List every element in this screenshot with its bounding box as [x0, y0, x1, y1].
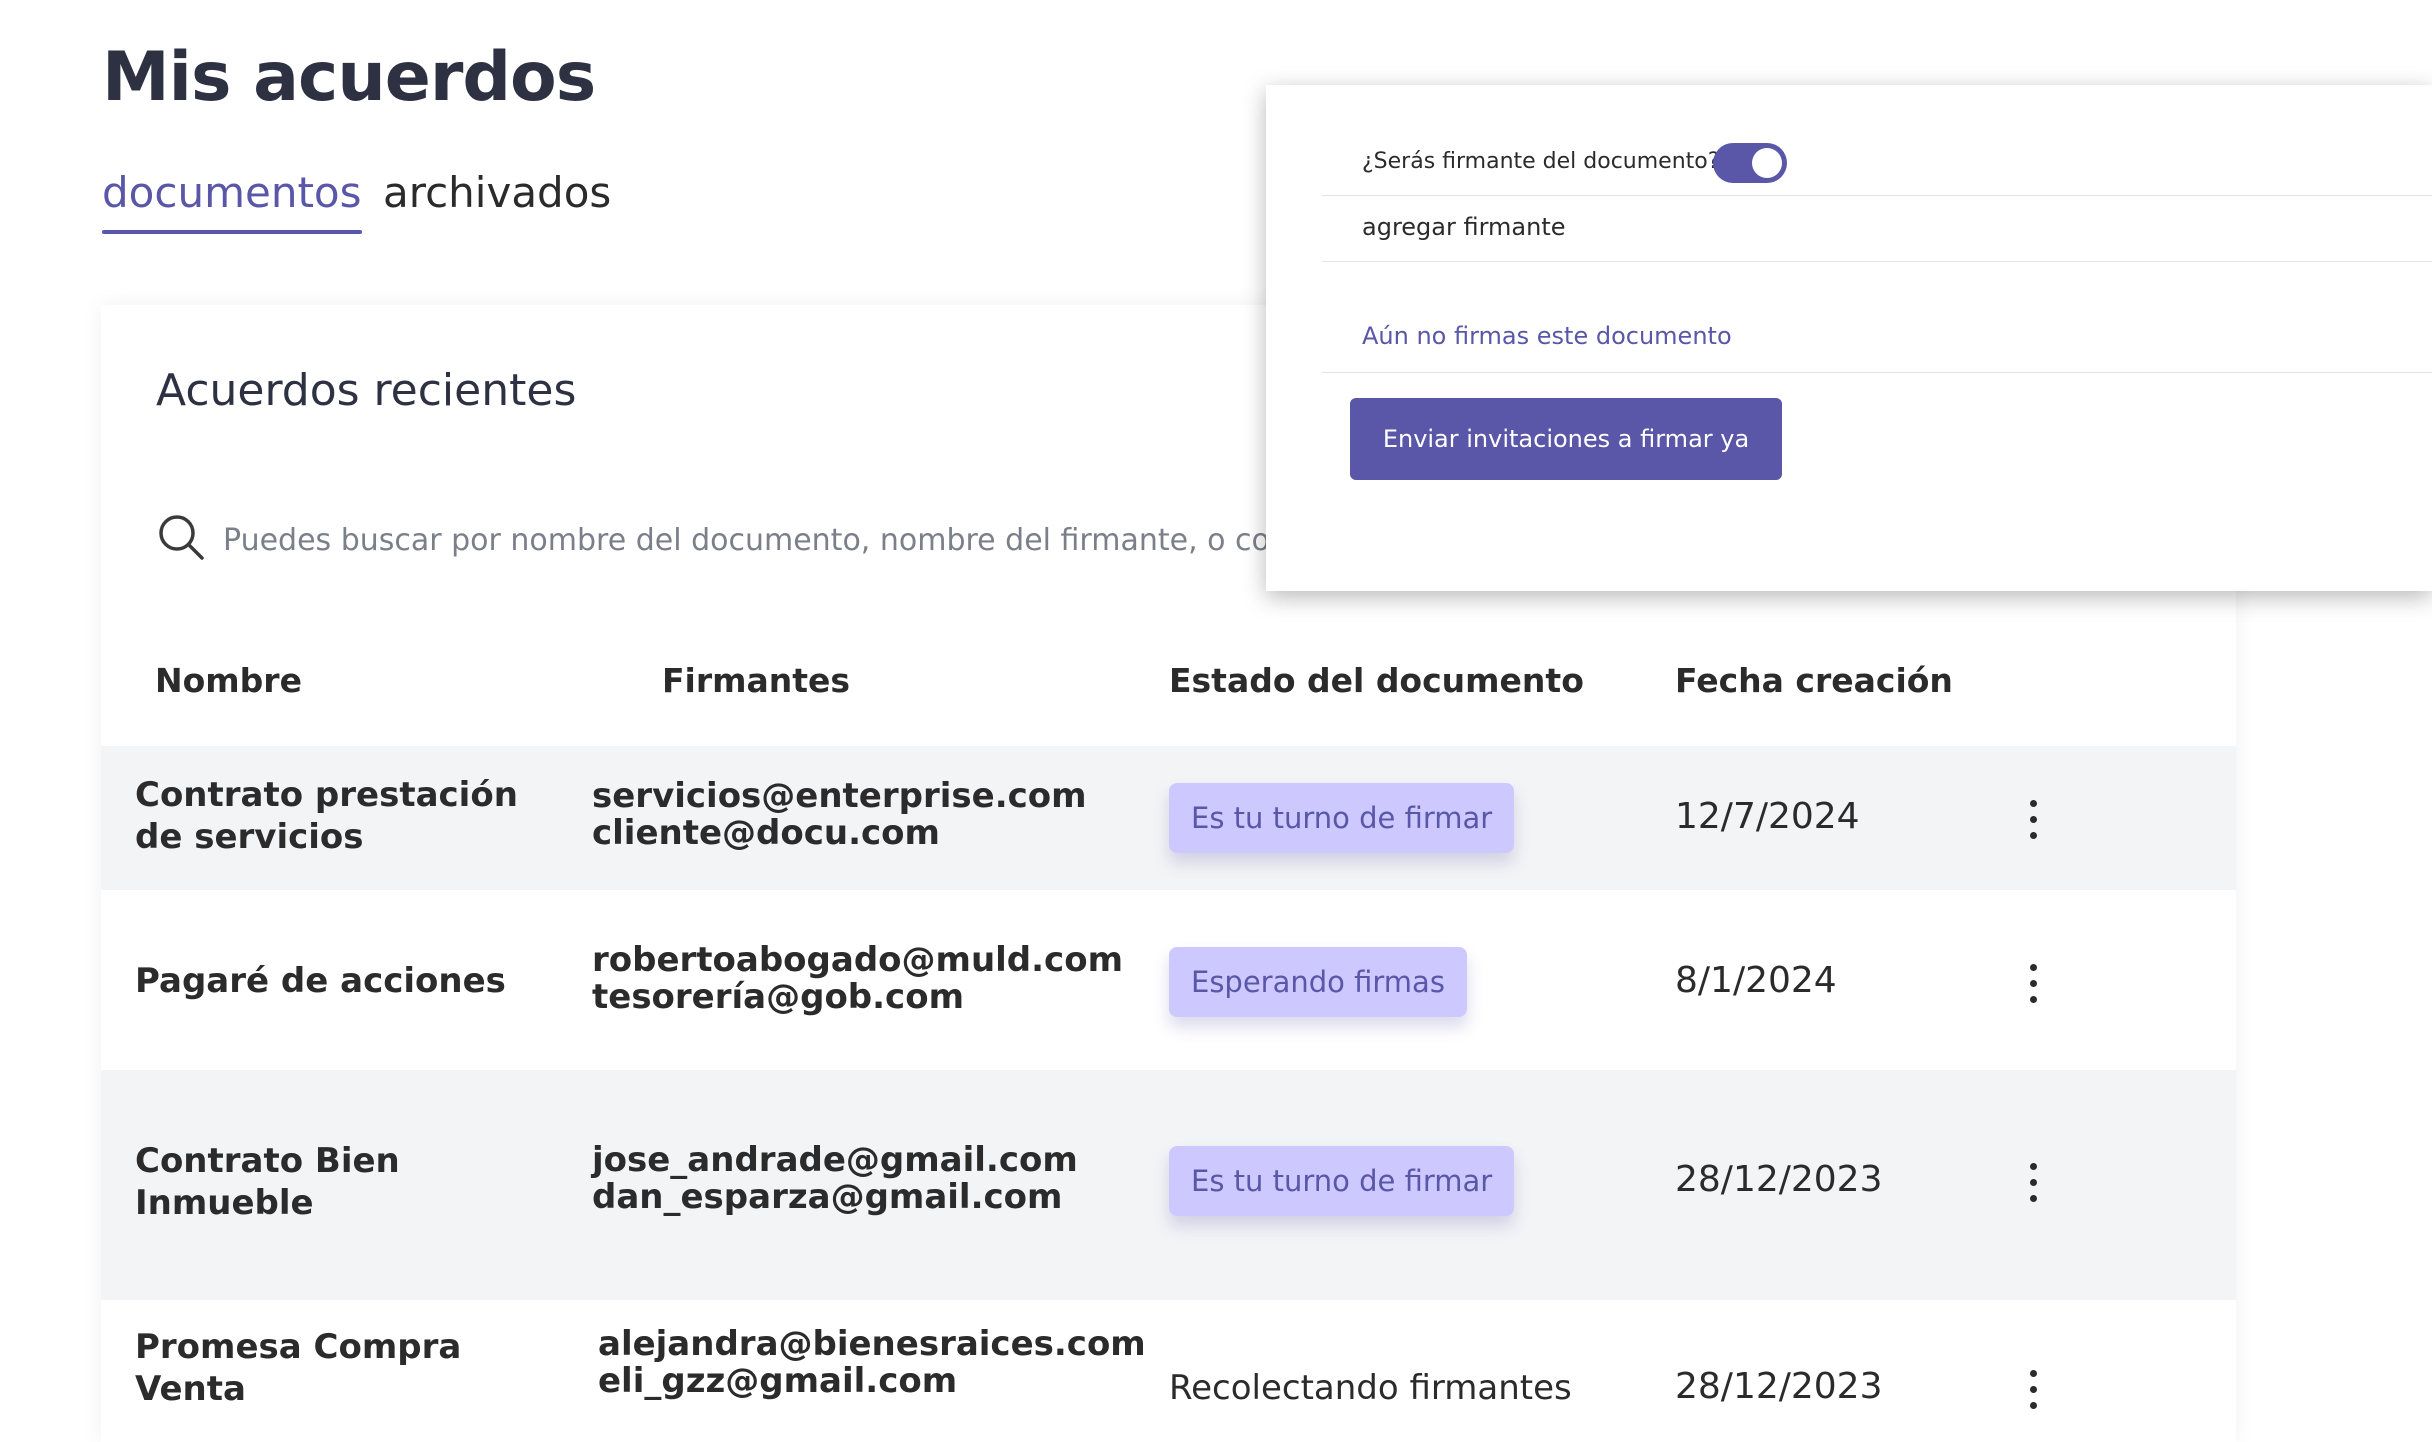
- created-date: 12/7/2024: [1675, 796, 1860, 837]
- add-signer-link[interactable]: agregar firmante: [1362, 213, 1566, 241]
- column-header-nombre[interactable]: Nombre: [155, 661, 302, 700]
- card-title: Acuerdos recientes: [156, 365, 577, 416]
- send-invitations-button[interactable]: Enviar invitaciones a firmar ya: [1350, 398, 1782, 480]
- document-name: Pagaré de acciones: [135, 961, 506, 1001]
- more-vertical-icon[interactable]: [2018, 1161, 2048, 1205]
- document-name: Contrato Bien Inmueble: [135, 1141, 400, 1223]
- page-title: Mis acuerdos: [102, 38, 596, 117]
- tab-archivados[interactable]: archivados: [383, 168, 611, 217]
- signers-list: jose_andrade@gmail.com dan_esparza@gmail…: [592, 1140, 1078, 1217]
- document-name: Contrato prestación de servicios: [135, 775, 518, 857]
- status-badge: Esperando firmas: [1169, 947, 1467, 1017]
- more-vertical-icon[interactable]: [2018, 1368, 2048, 1412]
- divider: [1322, 372, 2432, 373]
- not-signed-status: Aún no firmas este documento: [1362, 322, 1732, 350]
- more-vertical-icon[interactable]: [2018, 962, 2048, 1006]
- column-header-estado[interactable]: Estado del documento: [1169, 661, 1584, 700]
- more-vertical-icon[interactable]: [2018, 798, 2048, 842]
- table-row[interactable]: Pagaré de acciones robertoabogado@muld.c…: [101, 890, 2236, 1070]
- table-row[interactable]: Promesa Compra Venta alejandra@bienesrai…: [101, 1300, 2236, 1442]
- divider: [1322, 261, 2432, 262]
- signer-toggle[interactable]: [1713, 143, 1787, 183]
- status-badge: Es tu turno de firmar: [1169, 783, 1515, 853]
- signers-list: robertoabogado@muld.com tesorería@gob.co…: [592, 940, 1124, 1017]
- status-text: Recolectando firmantes: [1169, 1368, 1572, 1408]
- created-date: 28/12/2023: [1675, 1159, 1883, 1200]
- signers-list: alejandra@bienesraices.com eli_gzz@gmail…: [598, 1324, 1146, 1401]
- tab-documentos[interactable]: documentos: [102, 168, 362, 234]
- divider: [1322, 195, 2432, 196]
- table-row[interactable]: Contrato Bien Inmueble jose_andrade@gmai…: [101, 1070, 2236, 1300]
- table-row[interactable]: Contrato prestación de servicios servici…: [101, 746, 2236, 890]
- signers-list: servicios@enterprise.com cliente@docu.co…: [592, 776, 1087, 853]
- created-date: 8/1/2024: [1675, 960, 1837, 1001]
- column-header-firmantes[interactable]: Firmantes: [662, 661, 850, 700]
- column-header-fecha[interactable]: Fecha creación: [1675, 661, 1953, 700]
- status-badge: Es tu turno de firmar: [1169, 1146, 1515, 1216]
- signer-question-label: ¿Serás firmante del documento?: [1362, 149, 1720, 174]
- created-date: 28/12/2023: [1675, 1366, 1883, 1407]
- signers-popup: ¿Serás firmante del documento? agregar f…: [1266, 85, 2432, 591]
- search-icon: [159, 515, 204, 560]
- document-name: Promesa Compra Venta: [135, 1327, 462, 1409]
